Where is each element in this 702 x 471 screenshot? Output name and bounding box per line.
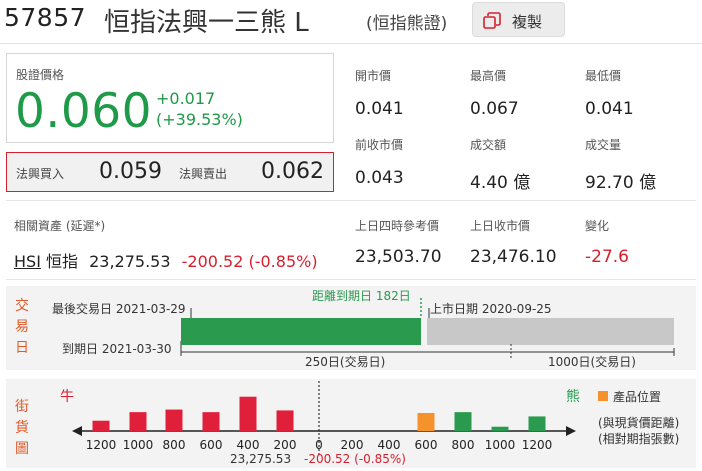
stat-value: 0.041	[585, 99, 634, 119]
bull-bar	[165, 409, 183, 431]
total-days-label: 1000日(交易日)	[548, 354, 636, 369]
bear-bar	[491, 426, 509, 431]
bid-ask-box: 法興買入 0.059 法興賣出 0.062	[6, 152, 334, 192]
stat-value: 0.041	[355, 99, 404, 119]
x-tick-label: 1000	[485, 438, 516, 452]
change-percent: (+39.53%)	[156, 110, 243, 129]
copy-button[interactable]: 複製	[472, 2, 565, 37]
stat-change: 變化 -27.6	[585, 217, 629, 267]
stat-open: 開市價 0.041	[355, 67, 404, 119]
stat-label: 上日四時參考價	[355, 219, 440, 233]
x-tick-label: 200	[341, 438, 364, 452]
last-trade-date: 最後交易日 2021-03-29	[52, 301, 186, 316]
stat-prev-close-index: 上日收市價 23,476.10	[470, 217, 557, 267]
stock-code: 57857	[4, 3, 87, 32]
related-asset-name: 恒指	[46, 252, 79, 271]
stat-value: 23,503.70	[355, 247, 442, 267]
bear-label: 熊	[566, 389, 580, 405]
section-divider	[6, 200, 696, 201]
stat-label: 成交量	[585, 138, 622, 152]
bid-label: 法興買入	[16, 167, 65, 181]
stat-ref-price: 上日四時參考價 23,503.70	[355, 217, 442, 267]
contracts-note: (相對期指張數)	[598, 431, 679, 446]
section-divider	[6, 279, 696, 280]
bid-value: 0.059	[99, 159, 162, 184]
stat-volume: 成交量 92.70 億	[585, 136, 656, 193]
stat-label: 最低價	[585, 69, 622, 83]
price-label: 股證價格	[16, 68, 65, 82]
street-tick-labels: 1200 1000 800 600 400 200 0 200 400 600 800 1000 120…	[86, 438, 553, 452]
distance-note: (與現貨價距離)	[598, 415, 679, 430]
stat-label: 成交額	[470, 138, 507, 152]
stat-turnover: 成交額 4.40 億	[470, 136, 530, 193]
x-tick-label: 800	[163, 438, 186, 452]
stat-label: 變化	[585, 219, 610, 233]
bear-bar	[454, 412, 472, 431]
stat-value: 92.70 億	[585, 173, 657, 193]
related-asset-label: 相關資產 (延遲*)	[14, 219, 106, 233]
stat-value: -27.6	[585, 247, 629, 267]
legend-label: 產品位置	[613, 389, 661, 404]
related-asset-code-link[interactable]: HSI	[14, 252, 41, 271]
stat-label: 最高價	[470, 69, 507, 83]
price-box: 股證價格 0.060 +0.017 (+39.53%)	[6, 53, 334, 143]
stat-prev-close: 前收市價 0.043	[355, 136, 404, 188]
x-tick-label: 600	[200, 438, 223, 452]
legend-swatch	[598, 391, 608, 401]
stat-value: 0.043	[355, 168, 404, 188]
stat-value: 4.40 億	[470, 173, 531, 193]
ask-label: 法興賣出	[179, 167, 228, 181]
related-asset-price: 23,275.53	[89, 252, 171, 271]
trading-days-timeline: 最後交易日 2021-03-29 到期日 2021-03-30 距離到期日 18…	[52, 289, 675, 369]
stat-value: 0.067	[470, 99, 519, 119]
center-change: -200.52 (-0.85%)	[304, 452, 406, 466]
x-tick-label: 400	[378, 438, 401, 452]
remaining-days-bar	[427, 318, 674, 345]
current-price: 0.060	[15, 84, 153, 139]
price-change: +0.017 (+39.53%)	[156, 88, 243, 130]
x-tick-label: 400	[237, 438, 260, 452]
bull-bar	[202, 412, 220, 431]
header-divider	[0, 43, 702, 44]
related-asset-change: -200.52 (-0.85%)	[181, 252, 318, 271]
page-header: 57857 恒指法興一三熊 L (恒指熊證) 複製	[0, 0, 702, 44]
x-tick-label: 200	[274, 438, 297, 452]
x-tick-label: 1200	[86, 438, 117, 452]
x-tick-label: 0	[315, 438, 323, 452]
change-value: +0.017	[156, 89, 216, 108]
stat-high: 最高價 0.067	[470, 67, 519, 119]
stat-label: 前收市價	[355, 138, 404, 152]
axis-arrow-right	[566, 426, 576, 436]
ask-value: 0.062	[261, 159, 324, 184]
stat-label: 開市價	[355, 69, 392, 83]
days-to-expiry: 距離到期日 182日	[312, 289, 411, 303]
bull-bar	[92, 420, 110, 431]
x-tick-label: 600	[415, 438, 438, 452]
bull-label: 牛	[60, 389, 74, 405]
product-name: 恒指法興一三熊 L	[104, 8, 309, 38]
street-goods-chart: 牛 熊 產品位置 (與現貨價距離) (相對期指張數) 1200 1000 800 60…	[60, 381, 679, 466]
elapsed-days-label: 250日(交易日)	[305, 354, 385, 369]
copy-icon	[483, 12, 501, 29]
elapsed-days-bar	[181, 318, 421, 345]
x-tick-label: 1000	[123, 438, 154, 452]
copy-button-label: 複製	[512, 13, 543, 31]
x-tick-label: 1200	[522, 438, 553, 452]
expiry-date: 到期日 2021-03-30	[62, 342, 172, 356]
listing-date: 上市日期 2020-09-25	[430, 301, 552, 316]
bull-bar	[276, 410, 294, 431]
stat-value: 23,476.10	[470, 247, 557, 267]
bear-bar	[528, 416, 546, 431]
x-tick-label: 800	[452, 438, 475, 452]
axis-arrow-left	[72, 426, 82, 436]
bull-bar	[129, 412, 147, 431]
stat-label: 上日收市價	[470, 219, 531, 233]
stat-low: 最低價 0.041	[585, 67, 634, 119]
center-price: 23,275.53	[230, 452, 291, 466]
related-asset-quote: HSI 恒指 23,275.53 -200.52 (-0.85%)	[14, 248, 318, 272]
product-position-bar	[417, 413, 435, 431]
bull-bar	[239, 396, 257, 431]
product-type-tag: (恒指熊證)	[366, 14, 448, 34]
